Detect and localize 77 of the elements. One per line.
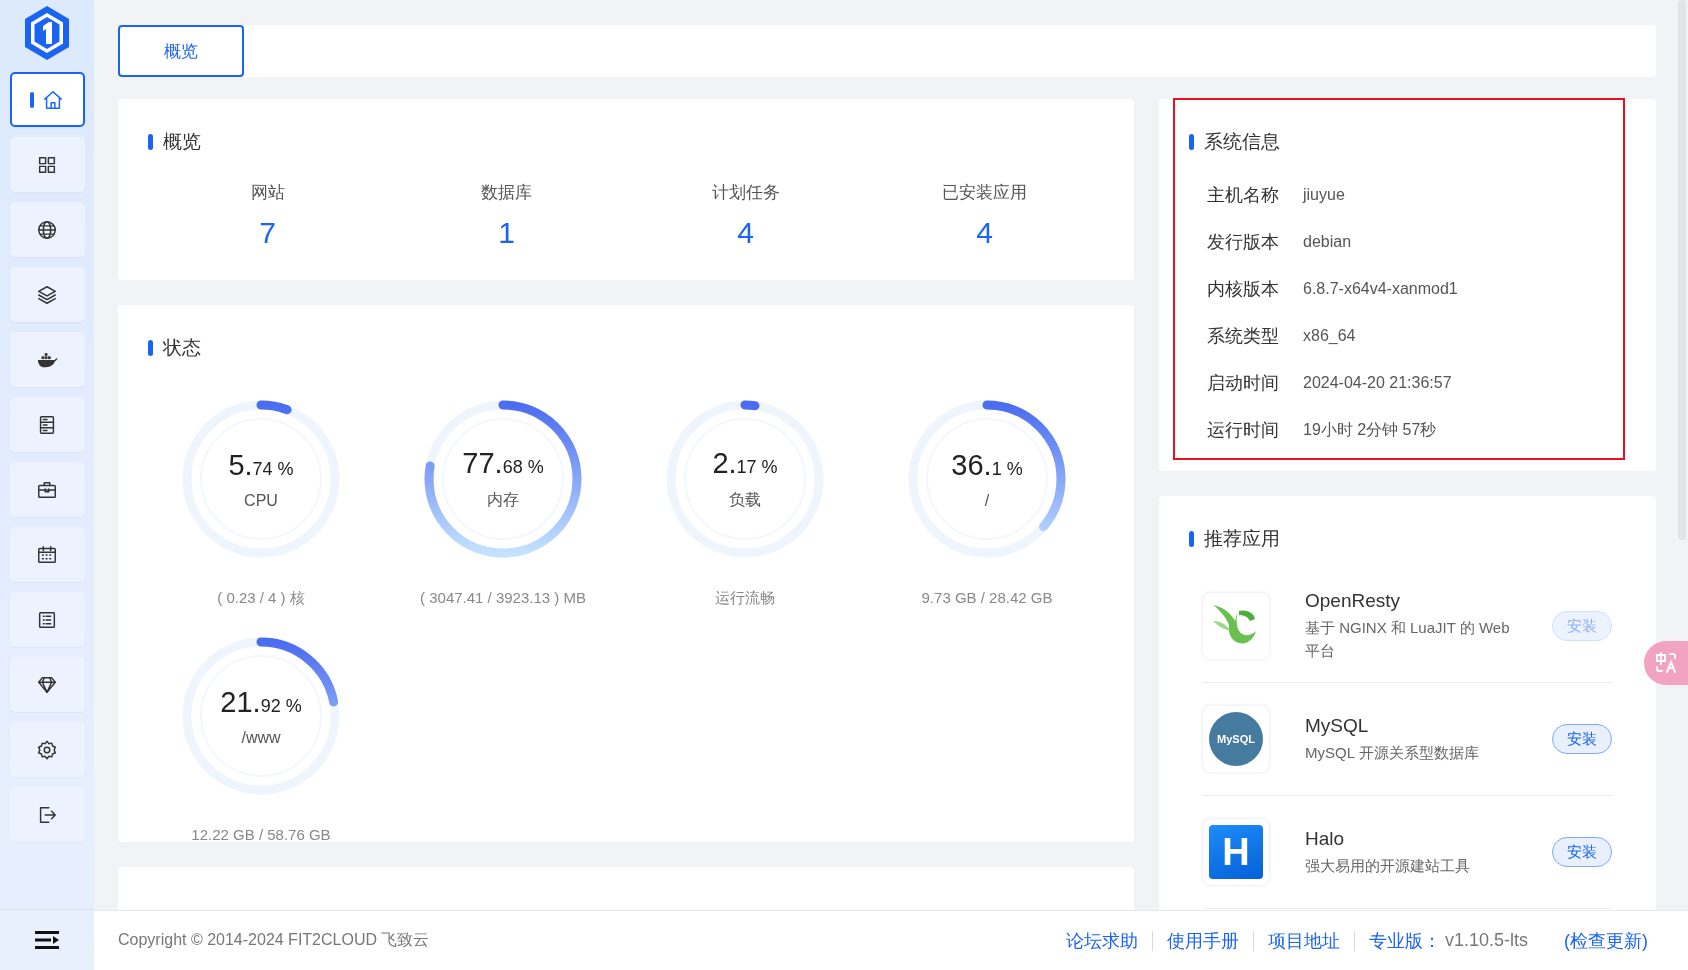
app-name: Halo: [1305, 827, 1346, 850]
nav-item[interactable]: [9, 267, 85, 322]
translate-icon: [1654, 651, 1678, 675]
stat-value[interactable]: 7: [259, 216, 276, 250]
stat-label: 计划任务: [711, 182, 780, 204]
gauge-value: 5.74 %: [228, 448, 294, 482]
globe-icon: [36, 218, 58, 241]
calendar-icon: [36, 543, 58, 566]
app-description: 强大易用的开源建站工具: [1305, 855, 1471, 876]
title-marker: [148, 340, 153, 356]
install-button[interactable]: 安装: [1552, 837, 1612, 867]
footer-link[interactable]: 项目地址: [1253, 928, 1354, 953]
app-description: MySQL 开源关系型数据库: [1305, 742, 1480, 763]
nav-item[interactable]: [9, 462, 85, 517]
gauge-value: 36.1 %: [951, 448, 1023, 482]
info-value: 6.8.7-x64v4-xanmod1: [1303, 280, 1458, 298]
nav-item[interactable]: [9, 137, 85, 192]
settings-icon: [36, 738, 58, 761]
info-value: x86_64: [1303, 327, 1356, 345]
edition-label: 专业版：: [1367, 929, 1441, 953]
footer-link[interactable]: 使用手册: [1152, 928, 1253, 953]
card-title: 推荐应用: [1204, 527, 1280, 551]
footer-link[interactable]: 论坛求助: [1051, 928, 1152, 953]
info-label: 运行时间: [1207, 419, 1279, 442]
info-value: 19小时 2分钟 57秒: [1303, 419, 1437, 440]
app-logo: H: [1203, 819, 1269, 885]
info-value: debian: [1303, 233, 1352, 251]
gauge-value: 77.68 %: [462, 447, 544, 480]
gauge-detail: 12.22 GB / 58.76 GB: [191, 826, 331, 843]
info-label: 发行版本: [1207, 231, 1279, 254]
gauge-value: 21.92 %: [220, 685, 302, 719]
gauge-label: CPU: [244, 491, 278, 510]
info-value: jiuyue: [1303, 186, 1345, 204]
stat-value[interactable]: 4: [737, 216, 754, 250]
stat-value[interactable]: 4: [976, 216, 993, 250]
nav-item[interactable]: [9, 202, 85, 257]
title-marker: [1189, 531, 1194, 547]
title-marker: [1189, 134, 1194, 150]
update-link[interactable]: (检查更新): [1550, 928, 1662, 953]
install-button[interactable]: 安装: [1552, 724, 1612, 754]
tab[interactable]: 概览: [118, 25, 244, 77]
nav-item[interactable]: [9, 72, 85, 127]
info-label: 内核版本: [1207, 278, 1279, 301]
gauge-label: 负载: [729, 490, 761, 510]
copyright-text: Copyright © 2014-2024 FIT2CLOUD 飞致云: [118, 930, 430, 950]
gauge-label: /: [984, 491, 990, 510]
nav-item[interactable]: [9, 332, 85, 387]
stat-value[interactable]: 1: [498, 216, 515, 250]
app-logo: MySQL: [1203, 706, 1269, 772]
version-text: v1.10.5-lts: [1443, 930, 1529, 951]
title-marker: [148, 134, 153, 150]
gauge-value: 2.17 %: [712, 447, 778, 480]
card-title: 系统信息: [1204, 130, 1280, 154]
layers-icon: [36, 283, 58, 306]
menu-icon[interactable]: [34, 929, 60, 951]
app-name: OpenResty: [1305, 590, 1402, 612]
nav-item[interactable]: [9, 397, 85, 452]
nav-item[interactable]: [9, 657, 85, 712]
gauge-label: 内存: [487, 490, 519, 510]
nav-item[interactable]: [9, 527, 85, 582]
gauge-detail: 9.73 GB / 28.42 GB: [921, 589, 1053, 606]
info-label: 主机名称: [1207, 184, 1279, 207]
home-icon: [42, 88, 64, 111]
info-label: 启动时间: [1207, 372, 1279, 395]
info-label: 系统类型: [1207, 325, 1279, 348]
stat-label: 已安装应用: [942, 182, 1027, 204]
app-name: MySQL: [1305, 714, 1370, 737]
gauge-detail: 运行流畅: [715, 589, 775, 608]
app-description: 基于 NGINX 和 LuaJIT 的 Web 平台: [1305, 618, 1511, 661]
gauge-detail: ( 3047.41 / 3923.13 ) MB: [420, 589, 586, 606]
gauge-detail: ( 0.23 / 4 ) 核: [217, 589, 305, 608]
card-title: 状态: [163, 336, 201, 360]
card-title: 概览: [163, 130, 201, 154]
gauge-label: /www: [241, 728, 281, 747]
stat-label: 网站: [250, 182, 285, 204]
stat-label: 数据库: [481, 182, 532, 204]
info-value: 2024-04-20 21:36:57: [1303, 374, 1452, 392]
